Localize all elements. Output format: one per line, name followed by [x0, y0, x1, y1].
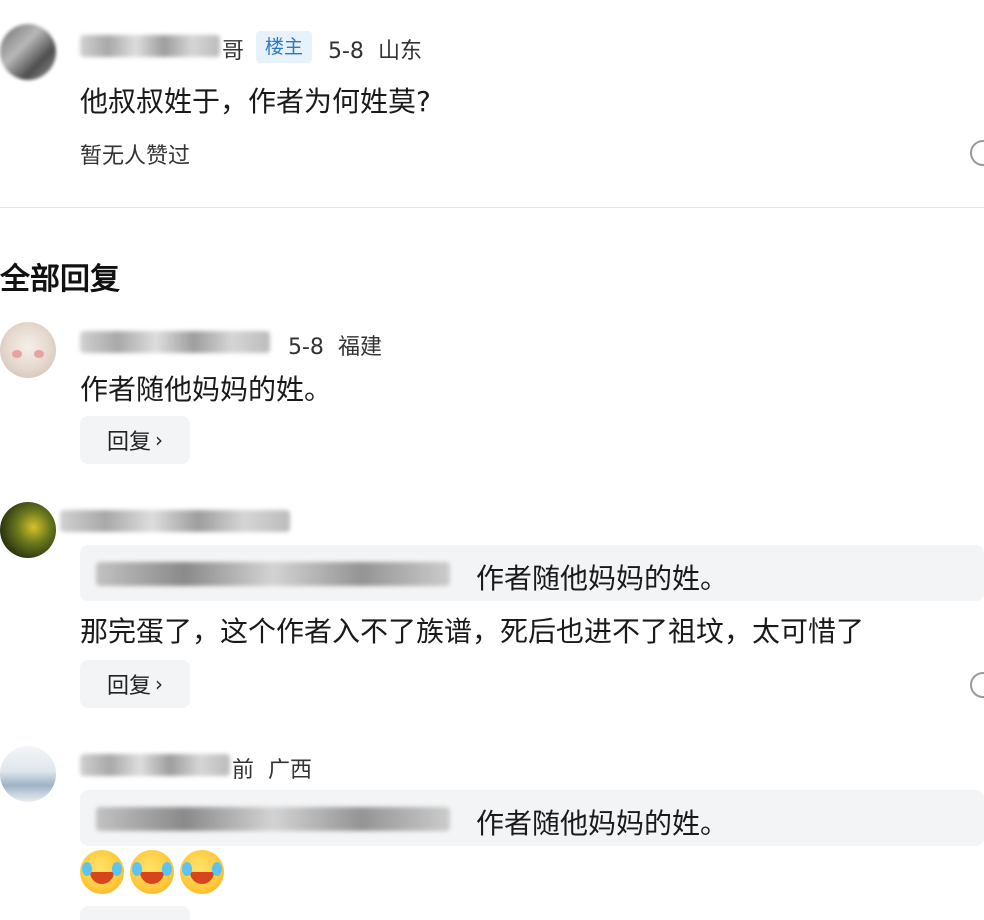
reply-button-label: 回复 — [106, 430, 151, 455]
quoted-reply[interactable]: 作者随他妈妈的姓。 — [80, 790, 984, 846]
reply-location: 广西 — [268, 758, 313, 783]
quoted-username-blurred — [96, 562, 450, 586]
reply-button-label: 回复 — [106, 674, 151, 699]
reply-time: 前 — [232, 758, 255, 783]
section-title: 全部回复 — [0, 262, 120, 297]
op-meta: 5-8 山东 — [328, 33, 436, 65]
reply-username-blurred[interactable] — [60, 510, 290, 532]
op-likes: 暂无人赞过 — [80, 144, 191, 169]
emoji-row — [80, 850, 224, 894]
op-location: 山东 — [377, 39, 422, 64]
chevron-right-icon: › — [155, 428, 163, 452]
reply-username-blurred[interactable] — [80, 331, 270, 353]
divider — [0, 207, 984, 208]
op-date: 5-8 — [328, 39, 364, 64]
reply-avatar[interactable] — [0, 746, 56, 802]
laughing-tears-emoji-icon — [180, 850, 224, 894]
reply-button-partial[interactable] — [80, 906, 190, 920]
reply-button[interactable]: 回复 › — [80, 416, 190, 464]
more-circle-icon[interactable] — [970, 140, 984, 166]
reply-location: 福建 — [337, 335, 382, 360]
reply-button[interactable]: 回复 › — [80, 660, 190, 708]
reply-date: 5-8 — [288, 335, 324, 360]
more-circle-icon[interactable] — [970, 672, 984, 698]
op-username-blurred[interactable] — [80, 35, 220, 57]
reply-avatar[interactable] — [0, 322, 56, 378]
op-text: 他叔叔姓于，作者为何姓莫? — [80, 85, 431, 118]
reply-meta: 前广西 — [232, 752, 326, 784]
op-name-suffix: 哥 — [222, 39, 245, 64]
quoted-text: 作者随他妈妈的姓。 — [476, 807, 729, 840]
quoted-reply[interactable]: 作者随他妈妈的姓。 — [80, 545, 984, 601]
laughing-tears-emoji-icon — [130, 850, 174, 894]
quoted-username-blurred — [96, 807, 450, 831]
avatar-cheek-right — [34, 350, 44, 358]
reply-text: 作者随他妈妈的姓。 — [80, 373, 333, 406]
reply-avatar[interactable] — [0, 502, 56, 558]
reply-meta: 5-8 福建 — [288, 329, 396, 361]
quoted-text: 作者随他妈妈的姓。 — [476, 562, 729, 595]
op-badge: 楼主 — [256, 31, 313, 63]
avatar-cheek-left — [12, 350, 22, 358]
reply-text: 那完蛋了，这个作者入不了族谱，死后也进不了祖坟，太可惜了 — [80, 615, 865, 648]
chevron-right-icon: › — [155, 672, 163, 696]
laughing-tears-emoji-icon — [80, 850, 124, 894]
reply-username-blurred[interactable] — [80, 754, 230, 776]
op-avatar[interactable] — [0, 24, 56, 80]
